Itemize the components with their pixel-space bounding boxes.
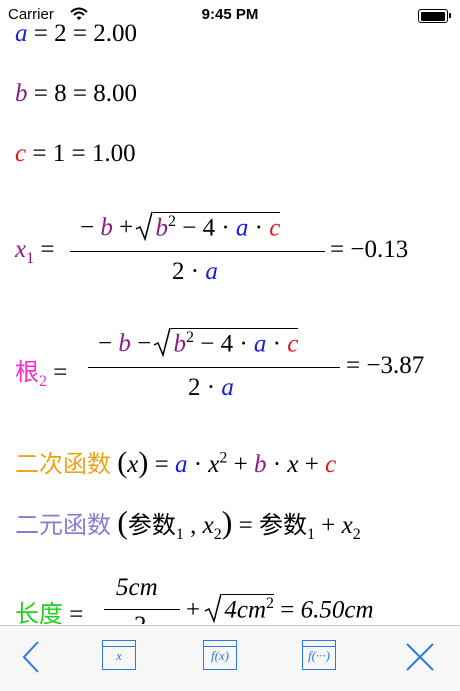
multi-function-key-button[interactable]: f(···)	[302, 640, 336, 670]
value-c: 1	[52, 140, 66, 167]
var-b: b	[15, 80, 28, 107]
decimal-a: 2.00	[93, 20, 137, 47]
denominator-x1: 2 · a	[172, 258, 218, 285]
numerator-root2: − b − b2 − 4 · a · c	[98, 327, 299, 358]
quadratic-arg: x	[127, 451, 139, 478]
decimal-c: 1.00	[91, 140, 136, 167]
fraction-bar-length	[104, 609, 180, 610]
equation-a[interactable]: a = 2 = 2.00	[15, 20, 137, 48]
equation-bivariate[interactable]: 二元函数 (参数1 , x2) = 参数1 + x2	[15, 504, 361, 544]
variable-key-label: x	[116, 648, 122, 663]
var-root2: 根	[15, 358, 39, 386]
var-c: c	[15, 140, 27, 167]
bottom-toolbar: x f(x) f(···)	[0, 625, 460, 691]
chevron-left-icon[interactable]	[20, 638, 42, 676]
quadratic-name: 二次函数	[15, 450, 111, 478]
equation-b[interactable]: b = 8 = 8.00	[15, 80, 137, 108]
fraction-bar-x1	[70, 251, 325, 252]
result-root2: = −3.87	[346, 352, 425, 379]
length-name: 长度	[15, 600, 63, 624]
sub-root2: 2	[39, 373, 47, 390]
function-key-button[interactable]: f(x)	[203, 640, 237, 670]
value-a: 2	[54, 20, 67, 47]
close-icon[interactable]	[404, 638, 436, 676]
denominator-root2: 2 · a	[188, 374, 234, 401]
param-label: 参数	[127, 511, 176, 539]
expression-list[interactable]: a = 2 = 2.00 b = 8 = 8.00 c = 1 = 1.00 x…	[0, 0, 460, 624]
equation-quadratic[interactable]: 二次函数 (x) = a · x2 + b · x + c	[15, 444, 336, 480]
var-a: a	[15, 20, 28, 47]
value-b: 8	[54, 80, 67, 107]
length-numerator: 5cm	[116, 574, 158, 601]
decimal-b: 8.00	[93, 80, 137, 107]
length-rest: + 4cm2 = 6.50cm	[186, 593, 374, 624]
function-key-label: f(x)	[210, 648, 230, 663]
sub-x1: 1	[26, 250, 35, 267]
var-x1: x	[15, 236, 27, 263]
equation-c[interactable]: c = 1 = 1.00	[15, 140, 136, 168]
multi-function-key-label: f(···)	[307, 648, 331, 663]
bivariate-name: 二元函数	[15, 511, 111, 539]
result-x1: = −0.13	[330, 236, 409, 263]
numerator-x1: − b + b2 − 4 · a · c	[80, 211, 281, 242]
length-denominator: 2	[134, 612, 147, 624]
fraction-bar-root2	[88, 367, 340, 368]
variable-key-button[interactable]: x	[102, 640, 136, 670]
